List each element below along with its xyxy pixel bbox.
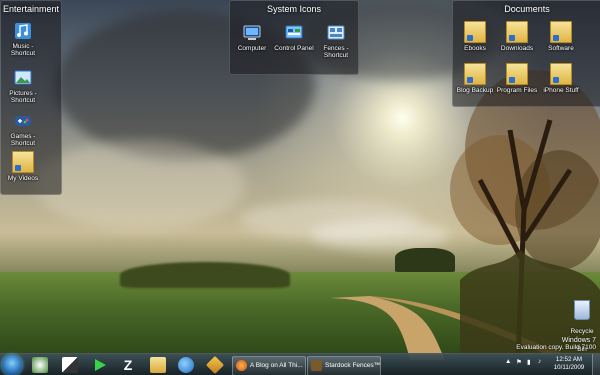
desktop-icon-computer[interactable]: Computer <box>230 23 274 52</box>
music-icon <box>15 23 31 39</box>
fences-icon <box>327 25 345 40</box>
desktop-icon-fences-shortcut[interactable]: Fences - Shortcut <box>314 23 358 59</box>
clock-time: 12:52 AM <box>555 356 583 363</box>
fence-title: Entertainment <box>2 4 60 14</box>
watermark-os: Windows 7 <box>561 337 596 344</box>
desktop-icon-iphone-stuff[interactable]: iPhone Stuff <box>539 63 583 94</box>
desktop-icon-label: Ebooks <box>464 45 486 52</box>
internet-explorer-icon[interactable] <box>178 357 194 373</box>
tools-icon[interactable] <box>205 355 225 375</box>
fence-documents[interactable]: Documents Ebooks Downloads Software Blog… <box>452 0 600 107</box>
folder-icon <box>464 63 486 85</box>
desktop-icon-label: Music - Shortcut <box>10 43 36 57</box>
folder-icon <box>506 21 528 43</box>
desktop-icon-pictures[interactable]: Pictures - Shortcut <box>1 68 45 104</box>
desktop-icon-my-videos[interactable]: My Videos <box>1 151 45 182</box>
desktop: Entertainment Music - Shortcut Pictures … <box>0 0 600 375</box>
power-icon[interactable]: ▮ <box>527 358 531 366</box>
desktop-icon-label: Games - Shortcut <box>10 133 36 147</box>
computer-icon <box>243 25 261 40</box>
desktop-icon-blog-backup[interactable]: Blog Backup <box>453 63 497 94</box>
desktop-icon-label: Computer <box>237 45 267 52</box>
folder-icon <box>550 21 572 43</box>
desktop-icon-downloads[interactable]: Downloads <box>495 21 539 52</box>
folder-icon <box>506 63 528 85</box>
desktop-icon-label: Software <box>548 45 574 52</box>
action-center-icon[interactable]: ⚑ <box>516 358 522 366</box>
desktop-icon-program-files[interactable]: Program Files <box>495 63 539 94</box>
taskbar: Z A Blog on All Thi... Stardock Fences™ … <box>0 353 600 375</box>
clock-date: 10/11/2009 <box>553 364 585 371</box>
firefox-icon <box>236 359 247 371</box>
control-panel-icon <box>285 25 303 39</box>
desktop-icon-label: Pictures - Shortcut <box>9 90 37 104</box>
desktop-icon-music[interactable]: Music - Shortcut <box>1 21 45 57</box>
media-center-icon[interactable] <box>32 357 48 373</box>
fence-title: System Icons <box>266 4 322 14</box>
desktop-icon-software[interactable]: Software <box>539 21 583 52</box>
taskbar-button-label: Stardock Fences™ <box>325 362 381 369</box>
folder-icon <box>464 21 486 43</box>
show-desktop-button[interactable] <box>592 354 600 375</box>
fence-system-icons[interactable]: System Icons Computer Control Panel Fenc… <box>229 0 359 75</box>
games-icon <box>15 116 31 126</box>
desktop-icon-games[interactable]: Games - Shortcut <box>1 111 45 147</box>
taskbar-button-fences[interactable]: Stardock Fences™ <box>307 356 381 375</box>
folder-icon <box>550 63 572 85</box>
desktop-icon-label: My Videos <box>7 175 39 182</box>
wallpaper-cloud <box>310 220 450 250</box>
explorer-icon[interactable] <box>150 357 166 373</box>
watermark-build: Evaluation copy. Build 7100 <box>516 344 596 351</box>
taskbar-clock[interactable]: 12:52 AM 10/11/2009 <box>552 356 586 372</box>
desktop-icon-label: Blog Backup <box>456 87 494 94</box>
z-app-icon[interactable]: Z <box>120 357 136 373</box>
network-icon[interactable]: ▲ <box>505 358 511 365</box>
recycle-bin-icon <box>574 300 590 320</box>
desktop-icon-label: Program Files <box>496 87 538 94</box>
desktop-icon-label: Fences - Shortcut <box>323 45 349 59</box>
folder-icon <box>12 151 34 173</box>
pictures-icon <box>14 70 32 85</box>
desktop-icon-label: Control Panel <box>274 45 314 52</box>
desktop-icon-control-panel[interactable]: Control Panel <box>272 23 316 52</box>
fences-icon <box>311 359 322 371</box>
fence-title: Documents <box>504 4 550 14</box>
fence-entertainment[interactable]: Entertainment Music - Shortcut Pictures … <box>0 0 62 195</box>
taskbar-button-firefox[interactable]: A Blog on All Thi... <box>232 356 306 375</box>
switch-windows-icon[interactable] <box>62 357 78 373</box>
wallpaper-trees <box>120 262 290 288</box>
windows-watermark: Windows 7 Evaluation copy. Build 7100 <box>516 337 596 351</box>
desktop-icon-label: iPhone Stuff <box>543 87 579 94</box>
play-icon[interactable] <box>92 357 108 373</box>
desktop-icon-label: Downloads <box>500 45 534 52</box>
volume-icon[interactable]: ♪ <box>538 358 541 365</box>
taskbar-button-label: A Blog on All Thi... <box>250 362 303 369</box>
start-orb-icon[interactable] <box>2 355 22 375</box>
wallpaper-cloud <box>35 140 245 230</box>
desktop-icon-ebooks[interactable]: Ebooks <box>453 21 497 52</box>
